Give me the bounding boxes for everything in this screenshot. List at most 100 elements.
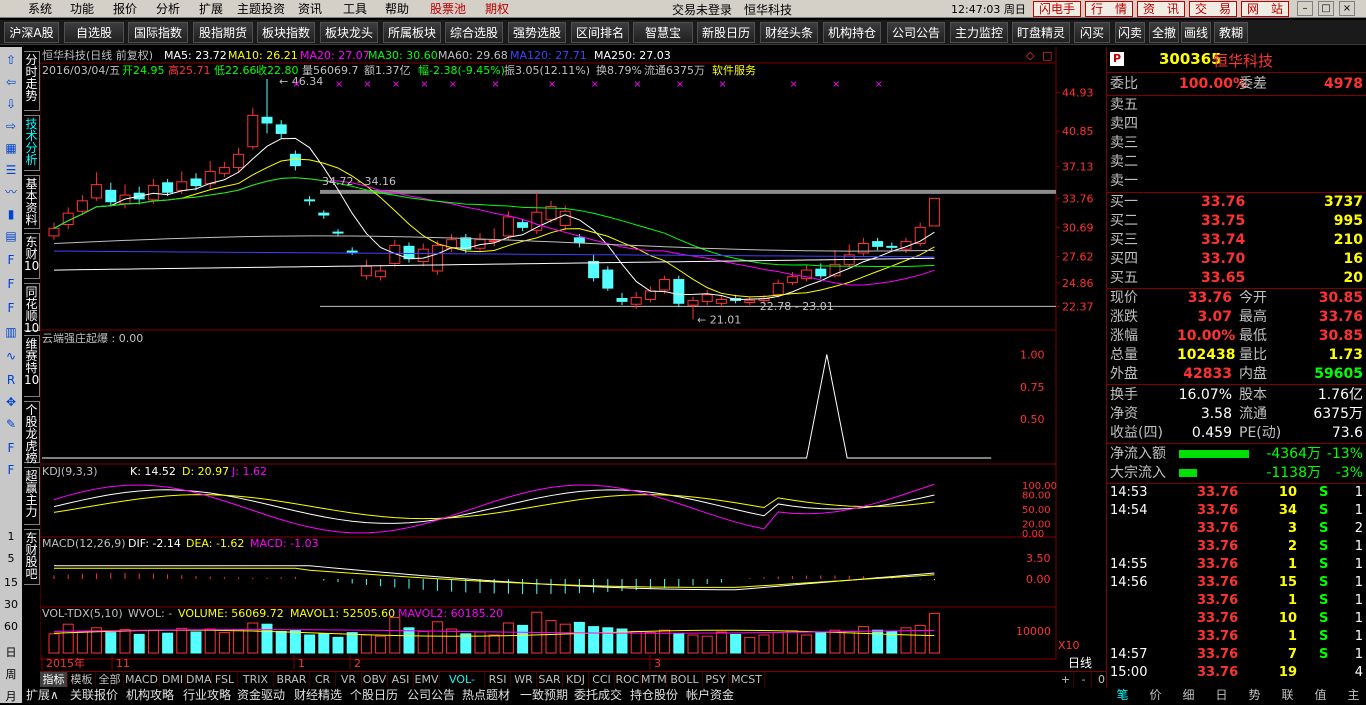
line-chart-icon[interactable]: 〰 — [3, 184, 19, 200]
indicator-tab[interactable]: 指标 — [40, 672, 68, 688]
period-button[interactable]: 1 — [0, 530, 22, 543]
vertical-tab[interactable]: 东财10 — [24, 233, 40, 279]
table-icon[interactable]: ▤ — [3, 228, 19, 244]
indicator-tab[interactable]: TRIX — [238, 672, 274, 688]
minimize-button[interactable]: – — [1297, 1, 1313, 16]
vertical-tab[interactable]: 技术分析 — [24, 115, 40, 171]
indicator-tab[interactable]: MCST — [729, 672, 765, 688]
vertical-tab[interactable]: 基本资料 — [24, 175, 40, 229]
news-button[interactable]: 资 讯 — [1137, 1, 1185, 17]
quote-button[interactable]: 行 情 — [1085, 1, 1133, 17]
indicator-tab[interactable]: OBV — [362, 672, 388, 688]
indicator-tab[interactable]: ASI — [388, 672, 414, 688]
toolbar-button[interactable]: 综合选股 — [445, 22, 503, 43]
left-arrow-icon[interactable]: ⇦ — [3, 74, 19, 90]
wave-icon[interactable]: ∿ — [3, 348, 19, 364]
indicator-tab[interactable]: RSI — [485, 672, 511, 688]
period-button[interactable]: 15 — [0, 576, 22, 589]
toolbar-button[interactable]: 自选股 — [64, 22, 124, 43]
toolbar-button[interactable]: 主力监控 — [950, 22, 1008, 43]
toolbar-button[interactable]: 智慧宝 — [633, 22, 693, 43]
indicator-tab[interactable]: DMA — [186, 672, 212, 688]
toolbar-button[interactable]: 板块龙头 — [320, 22, 378, 43]
flash-trade-button[interactable]: 闪电手 — [1033, 1, 1081, 17]
status-link[interactable]: 帐户资金 — [686, 687, 734, 703]
quote-tab[interactable]: 价 — [1139, 687, 1172, 703]
menu-quote[interactable]: 报价 — [113, 1, 137, 17]
quote-tab[interactable]: 日 — [1205, 687, 1238, 703]
right-arrow-icon[interactable]: ⇨ — [3, 118, 19, 134]
indicator-tab[interactable]: VR — [336, 672, 362, 688]
toolbar-button[interactable]: 所属板块 — [383, 22, 441, 43]
vertical-tab[interactable]: 东财股吧 — [24, 529, 40, 585]
menu-tools[interactable]: 工具 — [343, 1, 367, 17]
indicator-tab[interactable]: EMV — [414, 672, 440, 688]
pen-icon[interactable]: ✎ — [3, 416, 19, 432]
toolbar-button[interactable]: 公司公告 — [887, 22, 945, 43]
vertical-tab[interactable]: 分时走势 — [24, 51, 40, 111]
indicator-tab[interactable]: MACD — [124, 672, 160, 688]
kline-icon[interactable]: ▮ — [3, 206, 19, 222]
menu-function[interactable]: 功能 — [70, 1, 94, 17]
toolbar-button[interactable]: 国际指数 — [128, 22, 188, 43]
vertical-tab[interactable]: 维赛特10 — [24, 335, 40, 397]
period-button[interactable]: 30 — [0, 598, 22, 611]
menu-help[interactable]: 帮助 — [385, 1, 409, 17]
indicator-control-button[interactable]: + — [1058, 672, 1074, 688]
quote-tab[interactable]: 笔 — [1106, 687, 1139, 703]
close-button[interactable]: × — [1339, 1, 1355, 16]
quote-tab[interactable]: 细 — [1172, 687, 1205, 703]
status-link[interactable]: 委托成交 — [574, 687, 622, 703]
status-link[interactable]: 关联报价 — [70, 687, 118, 703]
vertical-tab[interactable]: 同花顺10 — [24, 283, 40, 334]
indicator-tab[interactable]: KDJ — [563, 672, 589, 688]
indicator-tab[interactable]: 全部 — [96, 672, 124, 688]
toolbar-button[interactable]: 闪买 — [1074, 22, 1110, 43]
status-link[interactable]: 行业攻略 — [183, 687, 231, 703]
rsi-icon[interactable]: R — [3, 372, 19, 388]
f3-icon[interactable]: F — [3, 462, 19, 478]
toolbar-button[interactable]: 盯盘精灵 — [1012, 22, 1070, 43]
status-link[interactable]: 个股日历 — [350, 687, 398, 703]
indicator-tab[interactable]: CR — [310, 672, 336, 688]
down-arrow-icon[interactable]: ⇩ — [3, 96, 19, 112]
status-link[interactable]: 一致预期 — [520, 687, 568, 703]
indicator-tab[interactable]: DMI — [160, 672, 186, 688]
toolbar-button[interactable]: 财经头条 — [760, 22, 818, 43]
period-button[interactable]: 60 — [0, 620, 22, 633]
website-button[interactable]: 网 站 — [1241, 1, 1289, 17]
indicator-tab[interactable]: PSY — [703, 672, 729, 688]
quote-tab[interactable]: 主 — [1337, 687, 1366, 703]
toolbar-button[interactable]: 股指期货 — [193, 22, 253, 43]
toolbar-button[interactable]: 区间排名 — [571, 22, 629, 43]
toolbar-button[interactable]: 强势选股 — [508, 22, 566, 43]
indicator-tab[interactable]: SAR — [537, 672, 563, 688]
quote-tab[interactable]: 联 — [1271, 687, 1304, 703]
toolbar-button[interactable]: 板块指数 — [257, 22, 315, 43]
status-link[interactable]: 扩展∧ — [26, 687, 59, 703]
period-button[interactable]: 月 — [0, 688, 22, 704]
fs-icon[interactable]: F — [3, 440, 19, 456]
f12-icon[interactable]: F — [3, 300, 19, 316]
period-button[interactable]: 日 — [0, 644, 22, 660]
menu-stock-pool[interactable]: 股票池 — [430, 1, 466, 17]
grid-icon[interactable]: ▦ — [3, 140, 19, 156]
up-arrow-icon[interactable]: ⇧ — [3, 52, 19, 68]
chart-canvas[interactable]: 恒华科技(日线 前复权) MA5: 23.72 MA10: 26.21 MA20: 2… — [40, 47, 1106, 671]
indicator-tab[interactable]: ROC — [615, 672, 641, 688]
indicator-tab[interactable]: VOL-TDX — [440, 672, 485, 702]
indicator-tab[interactable]: WR — [511, 672, 537, 688]
indicator-tab[interactable]: 模板 — [68, 672, 96, 688]
indicator-tab[interactable]: BOLL — [667, 672, 703, 688]
period-button[interactable]: 5 — [0, 552, 22, 565]
indicator-tab[interactable]: FSL — [212, 672, 238, 688]
quote-tab[interactable]: 势 — [1238, 687, 1271, 703]
toolbar-button[interactable]: 闪卖 — [1115, 22, 1145, 43]
status-link[interactable]: 热点题材 — [462, 687, 510, 703]
toolbar-button[interactable]: 全撤 — [1149, 22, 1179, 43]
toolbar-button[interactable]: 新股日历 — [697, 22, 755, 43]
list-icon[interactable]: ☰ — [3, 162, 19, 178]
kline-chart-area[interactable]: 恒华科技(日线 前复权) MA5: 23.72 MA10: 26.21 MA20: 2… — [40, 47, 1106, 670]
vertical-tab[interactable]: 个股龙虎榜 — [24, 401, 40, 464]
menu-system[interactable]: 系统 — [28, 1, 52, 17]
